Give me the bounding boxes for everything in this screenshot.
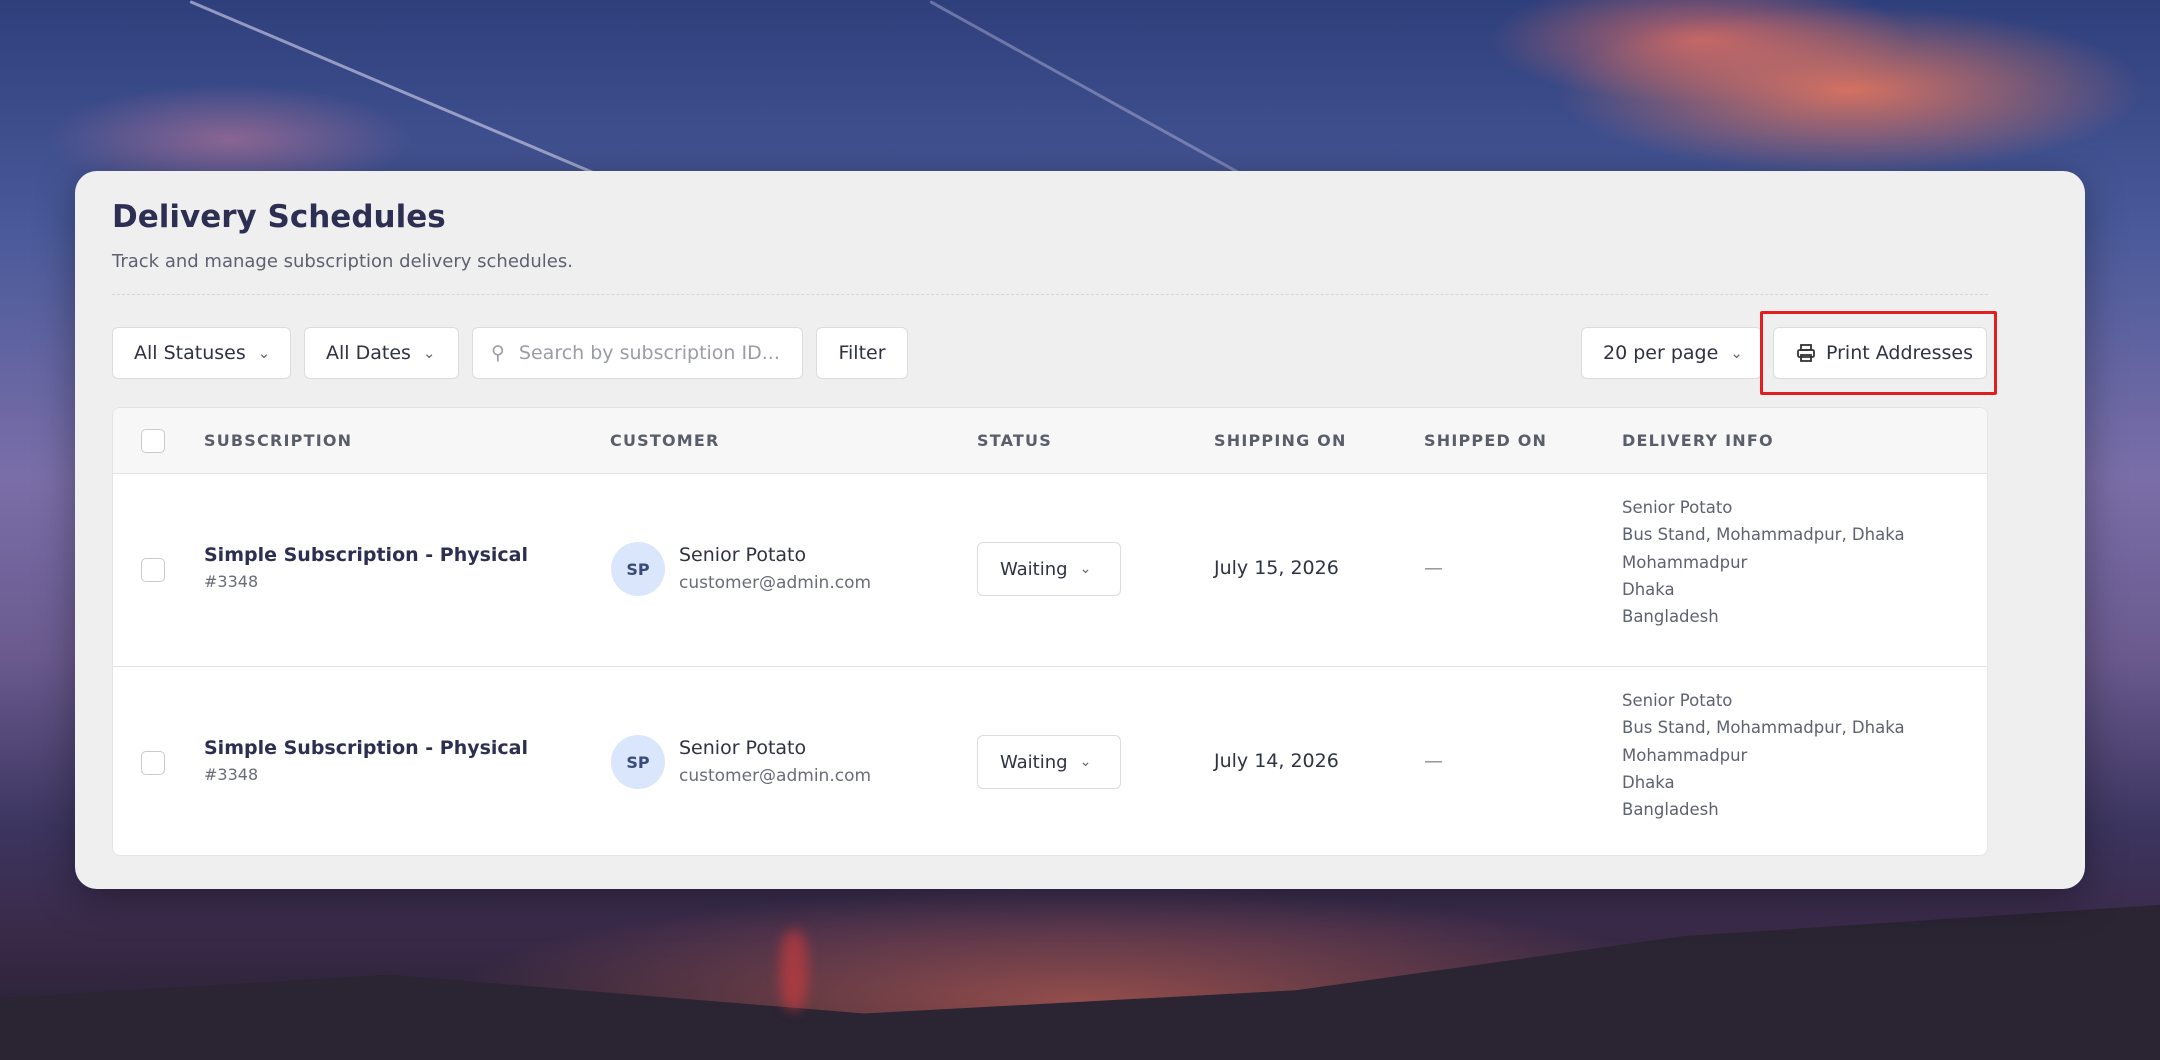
address-line: Mohammadpur xyxy=(1622,552,1748,572)
delivery-schedules-panel: Delivery Schedules Track and manage subs… xyxy=(75,171,2085,889)
customer-email: customer@admin.com xyxy=(679,573,872,593)
row-checkbox[interactable] xyxy=(141,751,165,775)
search-placeholder: Search by subscription ID... xyxy=(518,342,780,364)
shipping-date: July 15, 2026 xyxy=(1214,557,1339,579)
column-header-shipped-on: SHIPPED ON xyxy=(1424,431,1548,450)
table-header: SUBSCRIPTION CUSTOMER STATUS SHIPPING ON… xyxy=(113,408,1987,474)
customer-email: customer@admin.com xyxy=(679,766,872,786)
page-title: Delivery Schedules xyxy=(112,199,446,235)
chevron-down-icon: ⌄ xyxy=(1730,344,1743,362)
status-dropdown[interactable]: Waiting ⌄ xyxy=(977,735,1121,789)
page-subtitle: Track and manage subscription delivery s… xyxy=(112,251,573,272)
chevron-down-icon: ⌄ xyxy=(257,344,271,362)
address-line: Bus Stand, Mohammadpur, Dhaka xyxy=(1622,718,1905,738)
customer-name: Senior Potato xyxy=(679,737,807,759)
table-row: Simple Subscription - Physical #3348 SP … xyxy=(113,666,1987,855)
row-checkbox[interactable] xyxy=(141,558,165,582)
chevron-down-icon: ⌄ xyxy=(1079,561,1092,577)
column-header-customer: CUSTOMER xyxy=(610,431,720,450)
search-input[interactable]: ⚲ Search by subscription ID... xyxy=(472,327,803,379)
light-reflection xyxy=(780,930,808,1010)
delivery-address: Senior Potato Bus Stand, Mohammadpur, Dh… xyxy=(1622,687,1905,823)
select-all-checkbox[interactable] xyxy=(141,429,165,453)
date-filter-select[interactable]: All Dates ⌄ xyxy=(304,327,459,379)
shipped-date: — xyxy=(1424,557,1443,579)
search-icon: ⚲ xyxy=(491,342,505,364)
avatar: SP xyxy=(611,542,665,596)
status-filter-label: All Statuses xyxy=(134,342,246,364)
status-label: Waiting xyxy=(1000,558,1068,580)
subscription-name[interactable]: Simple Subscription - Physical xyxy=(204,737,528,759)
date-filter-label: All Dates xyxy=(326,342,411,364)
subscription-id: #3348 xyxy=(204,572,259,591)
address-line: Bangladesh xyxy=(1622,800,1719,820)
header-divider xyxy=(112,294,1988,295)
per-page-label: 20 per page xyxy=(1603,342,1719,364)
shipped-date: — xyxy=(1424,750,1443,772)
status-label: Waiting xyxy=(1000,751,1068,773)
avatar: SP xyxy=(611,735,665,789)
table-row: Simple Subscription - Physical #3348 SP … xyxy=(113,474,1987,666)
subscription-name[interactable]: Simple Subscription - Physical xyxy=(204,544,528,566)
subscription-id: #3348 xyxy=(204,765,259,784)
column-header-status: STATUS xyxy=(977,431,1052,450)
chevron-down-icon: ⌄ xyxy=(422,344,436,362)
per-page-select[interactable]: 20 per page ⌄ xyxy=(1581,327,1762,379)
address-line: Mohammadpur xyxy=(1622,745,1748,765)
status-filter-select[interactable]: All Statuses ⌄ xyxy=(112,327,291,379)
address-line: Senior Potato xyxy=(1622,498,1733,517)
column-header-delivery-info: DELIVERY INFO xyxy=(1622,431,1774,450)
status-dropdown[interactable]: Waiting ⌄ xyxy=(977,542,1121,596)
address-line: Dhaka xyxy=(1622,579,1675,599)
hill-silhouette xyxy=(0,905,2160,1060)
filter-button-label: Filter xyxy=(838,342,886,364)
delivery-table: SUBSCRIPTION CUSTOMER STATUS SHIPPING ON… xyxy=(112,407,1988,856)
column-header-subscription: SUBSCRIPTION xyxy=(204,431,353,450)
highlight-box xyxy=(1760,311,1997,395)
filter-button[interactable]: Filter xyxy=(816,327,908,379)
address-line: Dhaka xyxy=(1622,772,1675,792)
column-header-shipping-on: SHIPPING ON xyxy=(1214,431,1347,450)
address-line: Bus Stand, Mohammadpur, Dhaka xyxy=(1622,525,1905,545)
address-line: Bangladesh xyxy=(1622,607,1719,627)
address-line: Senior Potato xyxy=(1622,691,1733,710)
delivery-address: Senior Potato Bus Stand, Mohammadpur, Dh… xyxy=(1622,494,1905,630)
shipping-date: July 14, 2026 xyxy=(1214,750,1339,772)
chevron-down-icon: ⌄ xyxy=(1079,754,1092,770)
customer-name: Senior Potato xyxy=(679,544,807,566)
